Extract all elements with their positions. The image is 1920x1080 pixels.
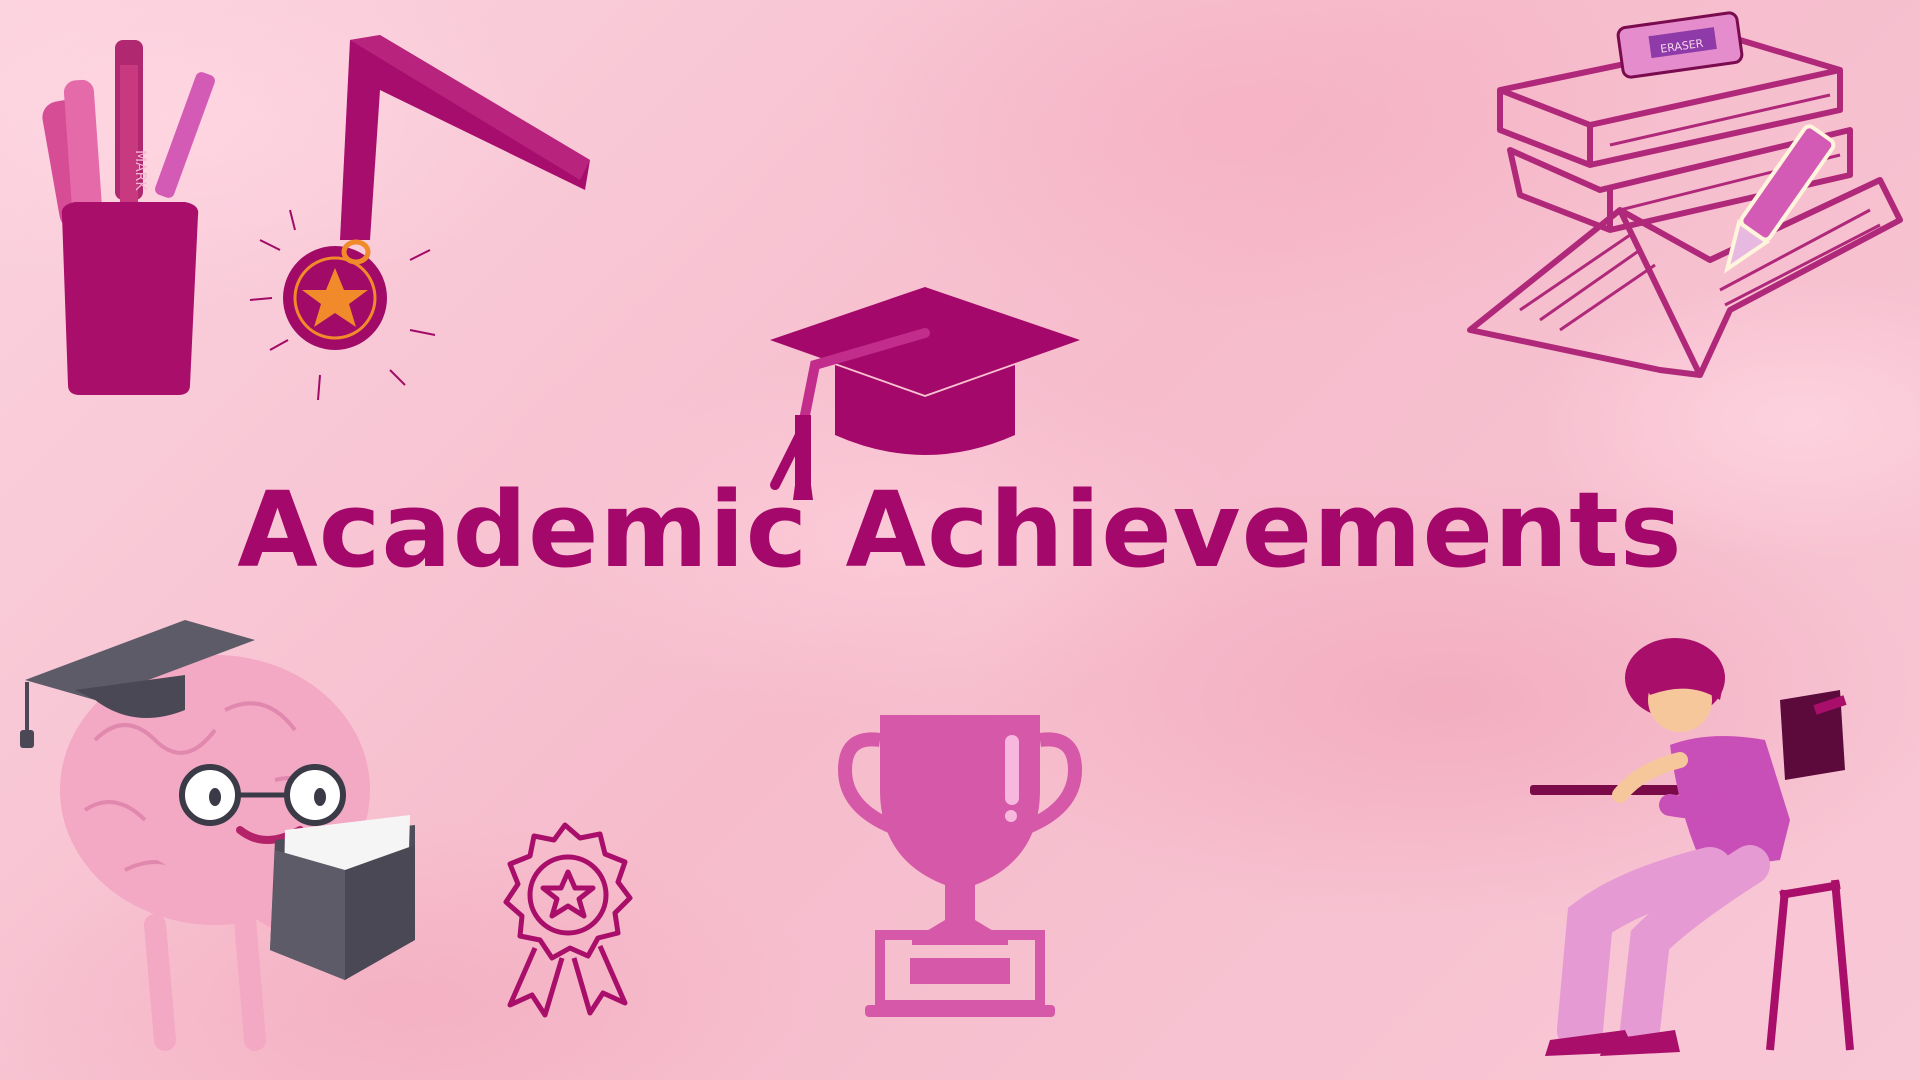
medal-icon bbox=[249, 35, 590, 401]
pencil-cup-icon: MARK bbox=[42, 40, 215, 395]
brain-student-icon bbox=[20, 620, 415, 1051]
award-rosette-icon bbox=[503, 822, 633, 1018]
trophy-icon bbox=[837, 715, 1083, 1017]
books-stack-icon: ERASER bbox=[1467, 11, 1903, 378]
student-at-desk-icon bbox=[1530, 638, 1854, 1056]
marker-text: MARK bbox=[132, 150, 148, 191]
page-title: Academic Achievements bbox=[237, 469, 1683, 591]
